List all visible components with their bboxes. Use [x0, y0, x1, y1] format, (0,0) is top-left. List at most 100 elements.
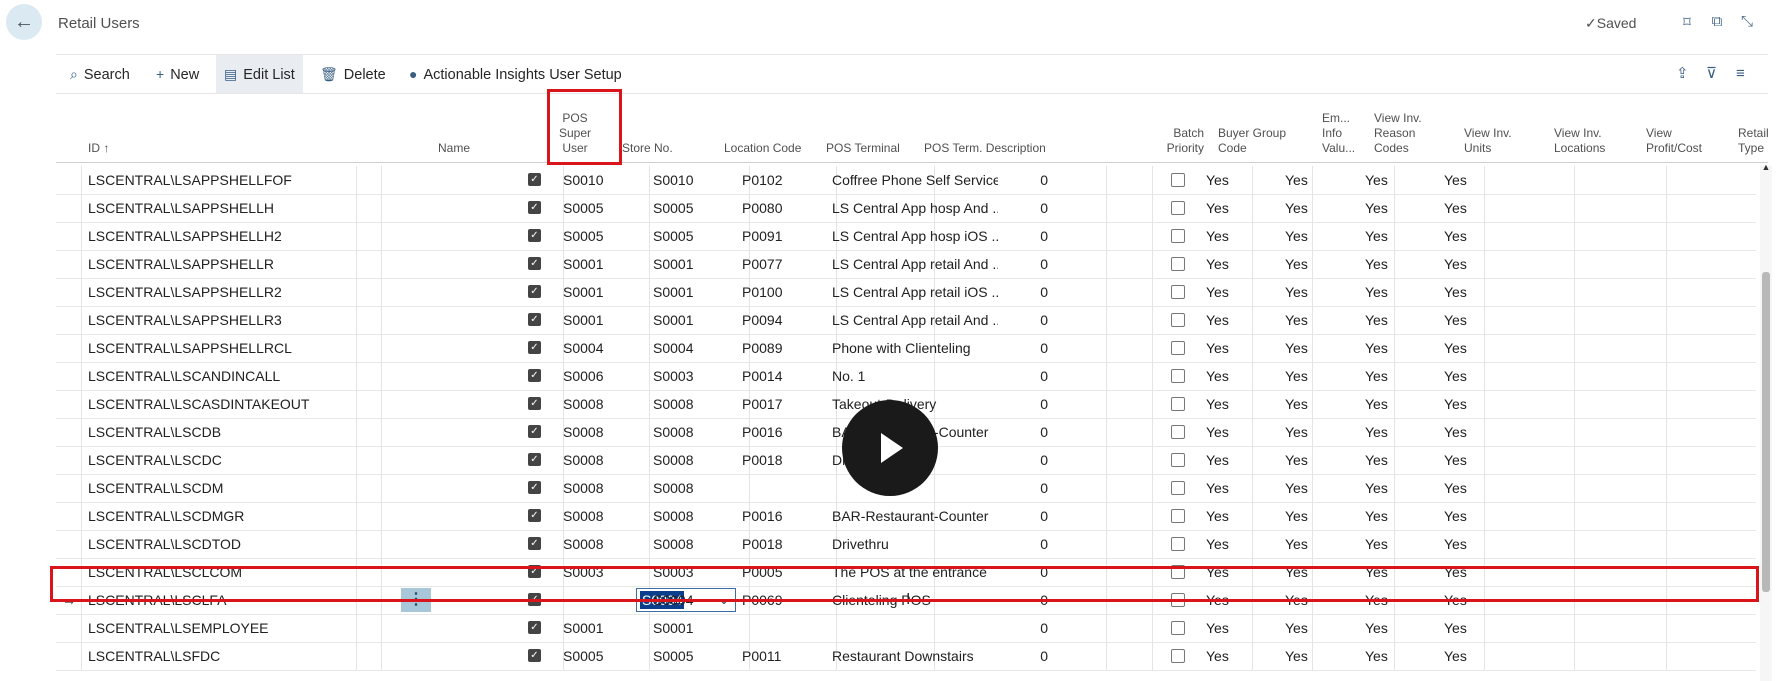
- cell-view-profit-cost[interactable]: Yes: [1444, 222, 1514, 250]
- cell-pos-term-description[interactable]: [832, 614, 998, 642]
- cell-view-profit-cost[interactable]: Yes: [1444, 362, 1514, 390]
- new-button[interactable]: + New: [148, 55, 207, 93]
- cell-store-no[interactable]: S0006: [563, 362, 643, 390]
- cell-store-no[interactable]: S0004: [563, 334, 643, 362]
- cell-id[interactable]: LSCENTRAL\LSAPPSHELLH2: [88, 222, 348, 250]
- pos-super-user-checkbox[interactable]: ✓: [528, 425, 541, 438]
- cell-view-inv-locations[interactable]: Yes: [1365, 334, 1435, 362]
- cell-id[interactable]: LSCENTRAL\LSCDMGR: [88, 502, 348, 530]
- cell-view-inv-reason-codes[interactable]: Yes: [1206, 194, 1276, 222]
- cell-location-code[interactable]: S0004: [653, 334, 743, 362]
- col-retail-type[interactable]: Retail Type: [1738, 126, 1769, 156]
- cell-store-no[interactable]: S0005: [563, 642, 643, 670]
- cell-view-inv-reason-codes[interactable]: Yes: [1206, 474, 1276, 502]
- pos-super-user-checkbox[interactable]: ✓: [528, 369, 541, 382]
- vertical-scrollbar[interactable]: ▲: [1760, 162, 1772, 681]
- cell-store-no[interactable]: S0010: [563, 166, 643, 194]
- cell-id[interactable]: LSCENTRAL\LSAPPSHELLFOF: [88, 166, 348, 194]
- cell-id[interactable]: LSCENTRAL\LSAPPSHELLRCL: [88, 334, 348, 362]
- cell-view-inv-units[interactable]: Yes: [1285, 474, 1355, 502]
- cell-batch-priority[interactable]: 0: [1006, 306, 1048, 334]
- cell-view-inv-reason-codes[interactable]: Yes: [1206, 446, 1276, 474]
- col-view-inv-reason-codes[interactable]: View Inv. Reason Codes: [1374, 111, 1422, 156]
- cell-location-code[interactable]: S0001: [653, 614, 743, 642]
- cell-view-inv-units[interactable]: Yes: [1285, 530, 1355, 558]
- cell-id[interactable]: LSCENTRAL\LSAPPSHELLR: [88, 250, 348, 278]
- em-info-value-checkbox[interactable]: [1171, 173, 1185, 187]
- cell-view-inv-reason-codes[interactable]: Yes: [1206, 306, 1276, 334]
- cell-store-no[interactable]: S0001: [563, 306, 643, 334]
- cell-view-profit-cost[interactable]: Yes: [1444, 278, 1514, 306]
- col-pos-terminal[interactable]: POS Terminal: [826, 141, 900, 156]
- cell-view-inv-units[interactable]: Yes: [1285, 642, 1355, 670]
- cell-batch-priority[interactable]: 0: [1006, 474, 1048, 502]
- pos-super-user-checkbox[interactable]: ✓: [528, 537, 541, 550]
- cell-store-no[interactable]: S0008: [563, 502, 643, 530]
- cell-view-inv-units[interactable]: Yes: [1285, 390, 1355, 418]
- cell-view-inv-reason-codes[interactable]: Yes: [1206, 530, 1276, 558]
- cell-view-profit-cost[interactable]: Yes: [1444, 502, 1514, 530]
- em-info-value-checkbox[interactable]: [1171, 397, 1185, 411]
- col-batch-priority[interactable]: Batch Priority: [1146, 126, 1204, 156]
- table-row[interactable]: LSCENTRAL\LSCDMGR ✓ S0008 S0008 P0016 BAR-Res…: [56, 502, 1756, 531]
- cell-pos-terminal[interactable]: P0011: [742, 642, 830, 670]
- filter-icon[interactable]: ⊽: [1706, 55, 1717, 93]
- back-button[interactable]: ←: [6, 4, 42, 40]
- cell-id[interactable]: LSCENTRAL\LSAPPSHELLR3: [88, 306, 348, 334]
- em-info-value-checkbox[interactable]: [1171, 369, 1185, 383]
- table-row[interactable]: LSCENTRAL\LSCDTOD ✓ S0008 S0008 P0018 Driveth…: [56, 530, 1756, 559]
- cell-view-inv-reason-codes[interactable]: Yes: [1206, 614, 1276, 642]
- em-info-value-checkbox[interactable]: [1171, 621, 1185, 635]
- cell-store-no[interactable]: S0005: [563, 194, 643, 222]
- cell-batch-priority[interactable]: 0: [1006, 362, 1048, 390]
- cell-view-inv-locations[interactable]: Yes: [1365, 446, 1435, 474]
- open-in-new-window-icon[interactable]: ⧉: [1708, 13, 1726, 30]
- scroll-up-icon[interactable]: ▲: [1760, 162, 1772, 172]
- table-row[interactable]: LSCENTRAL\LSCANDINCALL ✓ S0006 S0003 P0014 No…: [56, 362, 1756, 391]
- scroll-thumb[interactable]: [1762, 272, 1770, 592]
- cell-batch-priority[interactable]: 0: [1006, 446, 1048, 474]
- cell-view-inv-reason-codes[interactable]: Yes: [1206, 166, 1276, 194]
- cell-view-inv-locations[interactable]: Yes: [1365, 306, 1435, 334]
- cell-pos-terminal[interactable]: P0016: [742, 418, 830, 446]
- cell-view-inv-units[interactable]: Yes: [1285, 418, 1355, 446]
- cell-view-inv-locations[interactable]: Yes: [1365, 502, 1435, 530]
- cell-location-code[interactable]: S0003: [653, 362, 743, 390]
- table-row[interactable]: LSCENTRAL\LSFDC ✓ S0005 S0005 P0011 Restauran…: [56, 642, 1756, 671]
- em-info-value-checkbox[interactable]: [1171, 285, 1185, 299]
- cell-batch-priority[interactable]: 0: [1006, 418, 1048, 446]
- delete-button[interactable]: 🗑 Delete: [312, 55, 394, 93]
- cell-location-code[interactable]: S0008: [653, 446, 743, 474]
- search-button[interactable]: ⌕ Search: [62, 55, 138, 93]
- cell-batch-priority[interactable]: 0: [1006, 530, 1048, 558]
- cell-view-inv-reason-codes[interactable]: Yes: [1206, 418, 1276, 446]
- col-pos-term-description[interactable]: POS Term. Description: [924, 141, 1046, 156]
- cell-view-inv-locations[interactable]: Yes: [1365, 418, 1435, 446]
- cell-view-profit-cost[interactable]: Yes: [1444, 306, 1514, 334]
- pos-super-user-checkbox[interactable]: ✓: [528, 453, 541, 466]
- cell-store-no[interactable]: S0008: [563, 418, 643, 446]
- cell-view-inv-locations[interactable]: Yes: [1365, 642, 1435, 670]
- bookmark-icon[interactable]: ⌑: [1678, 13, 1696, 31]
- em-info-value-checkbox[interactable]: [1171, 201, 1185, 215]
- collapse-icon[interactable]: ⤡: [1738, 13, 1756, 30]
- cell-view-inv-locations[interactable]: Yes: [1365, 362, 1435, 390]
- cell-id[interactable]: LSCENTRAL\LSCDM: [88, 474, 348, 502]
- cell-pos-terminal[interactable]: P0091: [742, 222, 830, 250]
- cell-pos-term-description[interactable]: LS Central App retail iOS ...: [832, 278, 998, 306]
- cell-pos-terminal[interactable]: P0018: [742, 530, 830, 558]
- cell-pos-terminal[interactable]: P0017: [742, 390, 830, 418]
- cell-pos-term-description[interactable]: Coffree Phone Self Service: [832, 166, 998, 194]
- cell-location-code[interactable]: S0008: [653, 502, 743, 530]
- em-info-value-checkbox[interactable]: [1171, 341, 1185, 355]
- cell-pos-terminal[interactable]: [742, 614, 830, 642]
- col-name[interactable]: Name: [438, 141, 470, 156]
- cell-id[interactable]: LSCENTRAL\LSAPPSHELLR2: [88, 278, 348, 306]
- pos-super-user-checkbox[interactable]: ✓: [528, 621, 541, 634]
- cell-view-inv-units[interactable]: Yes: [1285, 306, 1355, 334]
- cell-store-no[interactable]: S0001: [563, 250, 643, 278]
- pos-super-user-checkbox[interactable]: ✓: [528, 397, 541, 410]
- cell-view-inv-reason-codes[interactable]: Yes: [1206, 390, 1276, 418]
- pos-super-user-checkbox[interactable]: ✓: [528, 201, 541, 214]
- cell-view-inv-reason-codes[interactable]: Yes: [1206, 278, 1276, 306]
